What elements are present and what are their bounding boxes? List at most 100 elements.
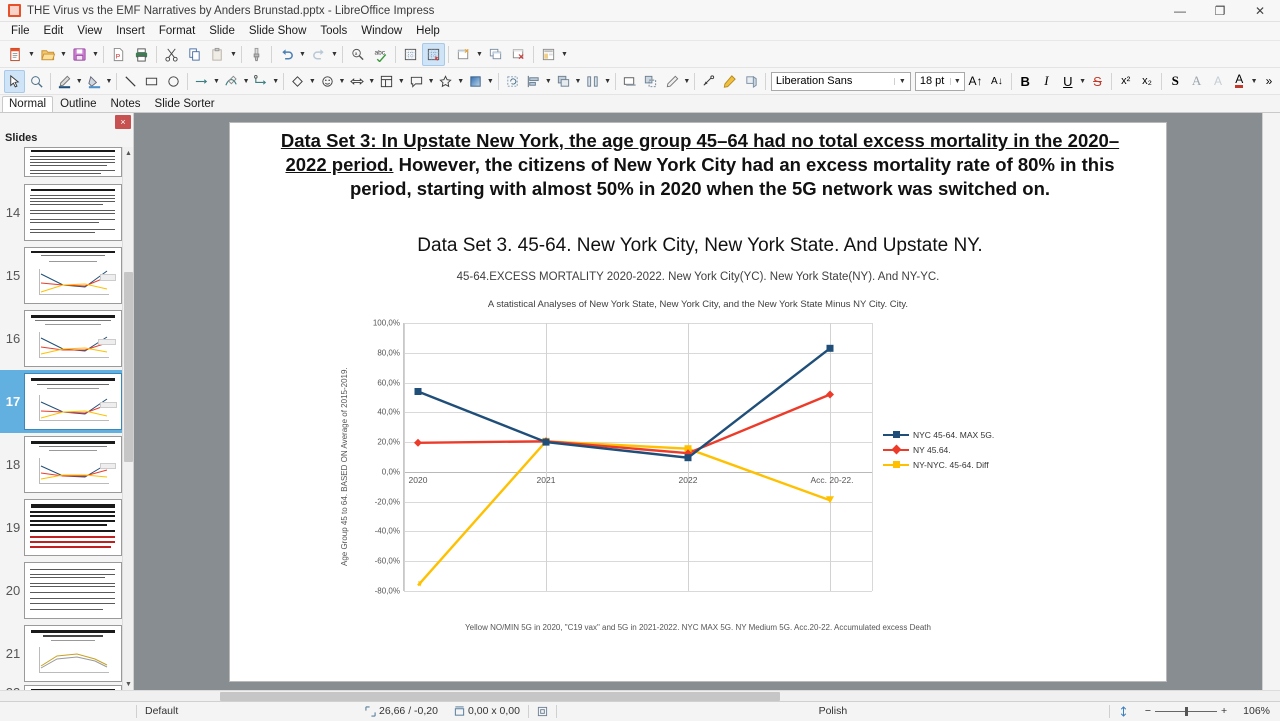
list-item[interactable]: 15 [0,244,133,307]
spelling-icon[interactable]: abc [369,43,392,66]
insert-line-icon[interactable] [120,70,141,93]
open-document-dropdown-icon[interactable]: ▼ [59,43,68,66]
ellipse-icon[interactable] [163,70,184,93]
scrollbar-thumb[interactable] [220,692,780,701]
menu-item-edit[interactable]: Edit [37,23,71,39]
3d-objects-icon[interactable] [465,70,486,93]
selection-mode-icon[interactable] [529,702,556,721]
font-name-chevron-down-icon[interactable]: ▼ [893,77,910,85]
points-icon[interactable] [698,70,719,93]
slide-panel-list[interactable]: 14 15 16 17 18 19 20 21 ▲ ▼ [0,147,133,690]
symbol-shapes-dropdown-icon[interactable]: ▼ [338,70,346,93]
list-item[interactable] [0,147,133,181]
slide-thumbnail[interactable] [24,436,122,493]
zoom-level[interactable]: 106% [1235,702,1280,721]
maximize-button[interactable]: ❐ [1200,0,1240,22]
tab-normal[interactable]: Normal [2,96,54,112]
rotate-icon[interactable] [501,70,522,93]
list-item[interactable]: 21 [0,622,133,685]
menu-item-tools[interactable]: Tools [313,23,354,39]
redo-dropdown-icon[interactable]: ▼ [330,43,339,66]
copy-icon[interactable] [183,43,206,66]
slide-layout-icon[interactable] [537,43,560,66]
new-slide-dropdown-icon[interactable]: ▼ [475,43,484,66]
horizontal-scrollbar[interactable] [0,690,1280,701]
underline-dropdown-icon[interactable]: ▼ [1078,70,1086,93]
block-arrows-icon[interactable] [346,70,367,93]
cut-icon[interactable] [160,43,183,66]
select-arrow-icon[interactable] [4,69,26,93]
slide-title-text[interactable]: Data Set 3: In Upstate New York, the age… [272,129,1128,201]
3d-objects-dropdown-icon[interactable]: ▼ [486,70,494,93]
distribute-icon[interactable] [582,70,603,93]
menu-item-format[interactable]: Format [152,23,202,39]
basic-shapes-dropdown-icon[interactable]: ▼ [308,70,316,93]
slide-thumbnail[interactable] [24,184,122,241]
zoom-out-button[interactable]: − [1145,705,1151,717]
italic-button[interactable]: I [1036,70,1057,93]
callouts-dropdown-icon[interactable]: ▼ [427,70,435,93]
slide-thumbnail[interactable] [24,562,122,619]
slide-thumbnail[interactable] [24,247,122,304]
grow-font-icon[interactable]: A↑ [965,70,986,93]
slide-subtitle-text[interactable]: Data Set 3. 45-64. New York City, New Yo… [272,235,1128,257]
slide-thumbnail[interactable] [24,373,122,430]
sidebar-rail[interactable] [1262,113,1280,690]
superscript-button[interactable]: x² [1115,70,1136,93]
basic-shapes-icon[interactable] [287,70,308,93]
slide-master-name[interactable]: Default [137,702,357,721]
shadow-icon[interactable] [619,70,640,93]
stars-icon[interactable] [435,70,456,93]
block-arrows-dropdown-icon[interactable]: ▼ [368,70,376,93]
save-document-icon[interactable] [68,43,91,66]
bold-button[interactable]: B [1014,70,1035,93]
arrange-icon[interactable] [552,70,573,93]
toolbar-overflow-button[interactable]: » [1258,70,1279,93]
toggle-extrusion-icon[interactable] [741,70,762,93]
list-item[interactable]: 18 [0,433,133,496]
crop-image-icon[interactable] [640,70,661,93]
find-and-replace-icon[interactable]: a [346,43,369,66]
font-size-combobox[interactable]: 18 pt ▼ [914,71,965,91]
shrink-font-icon[interactable]: A↓ [986,70,1007,93]
save-document-dropdown-icon[interactable]: ▼ [91,43,100,66]
callouts-icon[interactable] [406,70,427,93]
font-color-dropdown-icon[interactable]: ▼ [1250,70,1258,93]
subscript-button[interactable]: x₂ [1136,70,1157,93]
menu-item-slideshow[interactable]: Slide Show [242,23,314,39]
slide-thumbnail[interactable] [24,625,122,682]
line-color-icon[interactable] [54,70,75,93]
outline-text-button[interactable]: A [1186,70,1207,93]
fit-slide-icon[interactable] [1110,702,1137,721]
menu-item-help[interactable]: Help [409,23,447,39]
duplicate-slide-icon[interactable] [484,43,507,66]
minimize-button[interactable]: — [1160,0,1200,22]
arrow-line-dropdown-icon[interactable]: ▼ [212,70,220,93]
language-status[interactable]: Polish [557,702,1109,721]
tab-slide-sorter[interactable]: Slide Sorter [148,96,222,112]
chart-object[interactable]: Age Group 45 to 64. BASED ON Average of … [338,319,1128,619]
slide-thumbnail[interactable] [24,499,122,556]
align-dropdown-icon[interactable]: ▼ [544,70,552,93]
stars-dropdown-icon[interactable]: ▼ [457,70,465,93]
arrow-line-icon[interactable] [191,70,212,93]
close-button[interactable]: ✕ [1240,0,1280,22]
font-name-combobox[interactable]: Liberation Sans ▼ [770,71,911,91]
flowchart-dropdown-icon[interactable]: ▼ [397,70,405,93]
strikethrough-button[interactable]: S [1087,70,1108,93]
new-slide-icon[interactable] [452,43,475,66]
menu-item-view[interactable]: View [70,23,109,39]
filter-dropdown-icon[interactable]: ▼ [683,70,691,93]
zoom-in-button[interactable]: + [1221,705,1227,717]
open-document-icon[interactable] [36,43,59,66]
connectors-icon[interactable] [250,70,271,93]
paste-icon[interactable] [206,43,229,66]
export-pdf-icon[interactable]: P [107,43,130,66]
display-grid-icon[interactable] [399,43,422,66]
list-item[interactable]: 20 [0,559,133,622]
redo-icon[interactable] [307,43,330,66]
list-item-selected[interactable]: 17 [0,370,133,433]
distribute-dropdown-icon[interactable]: ▼ [603,70,611,93]
zoom-icon[interactable] [25,70,46,93]
line-color-dropdown-icon[interactable]: ▼ [75,70,83,93]
